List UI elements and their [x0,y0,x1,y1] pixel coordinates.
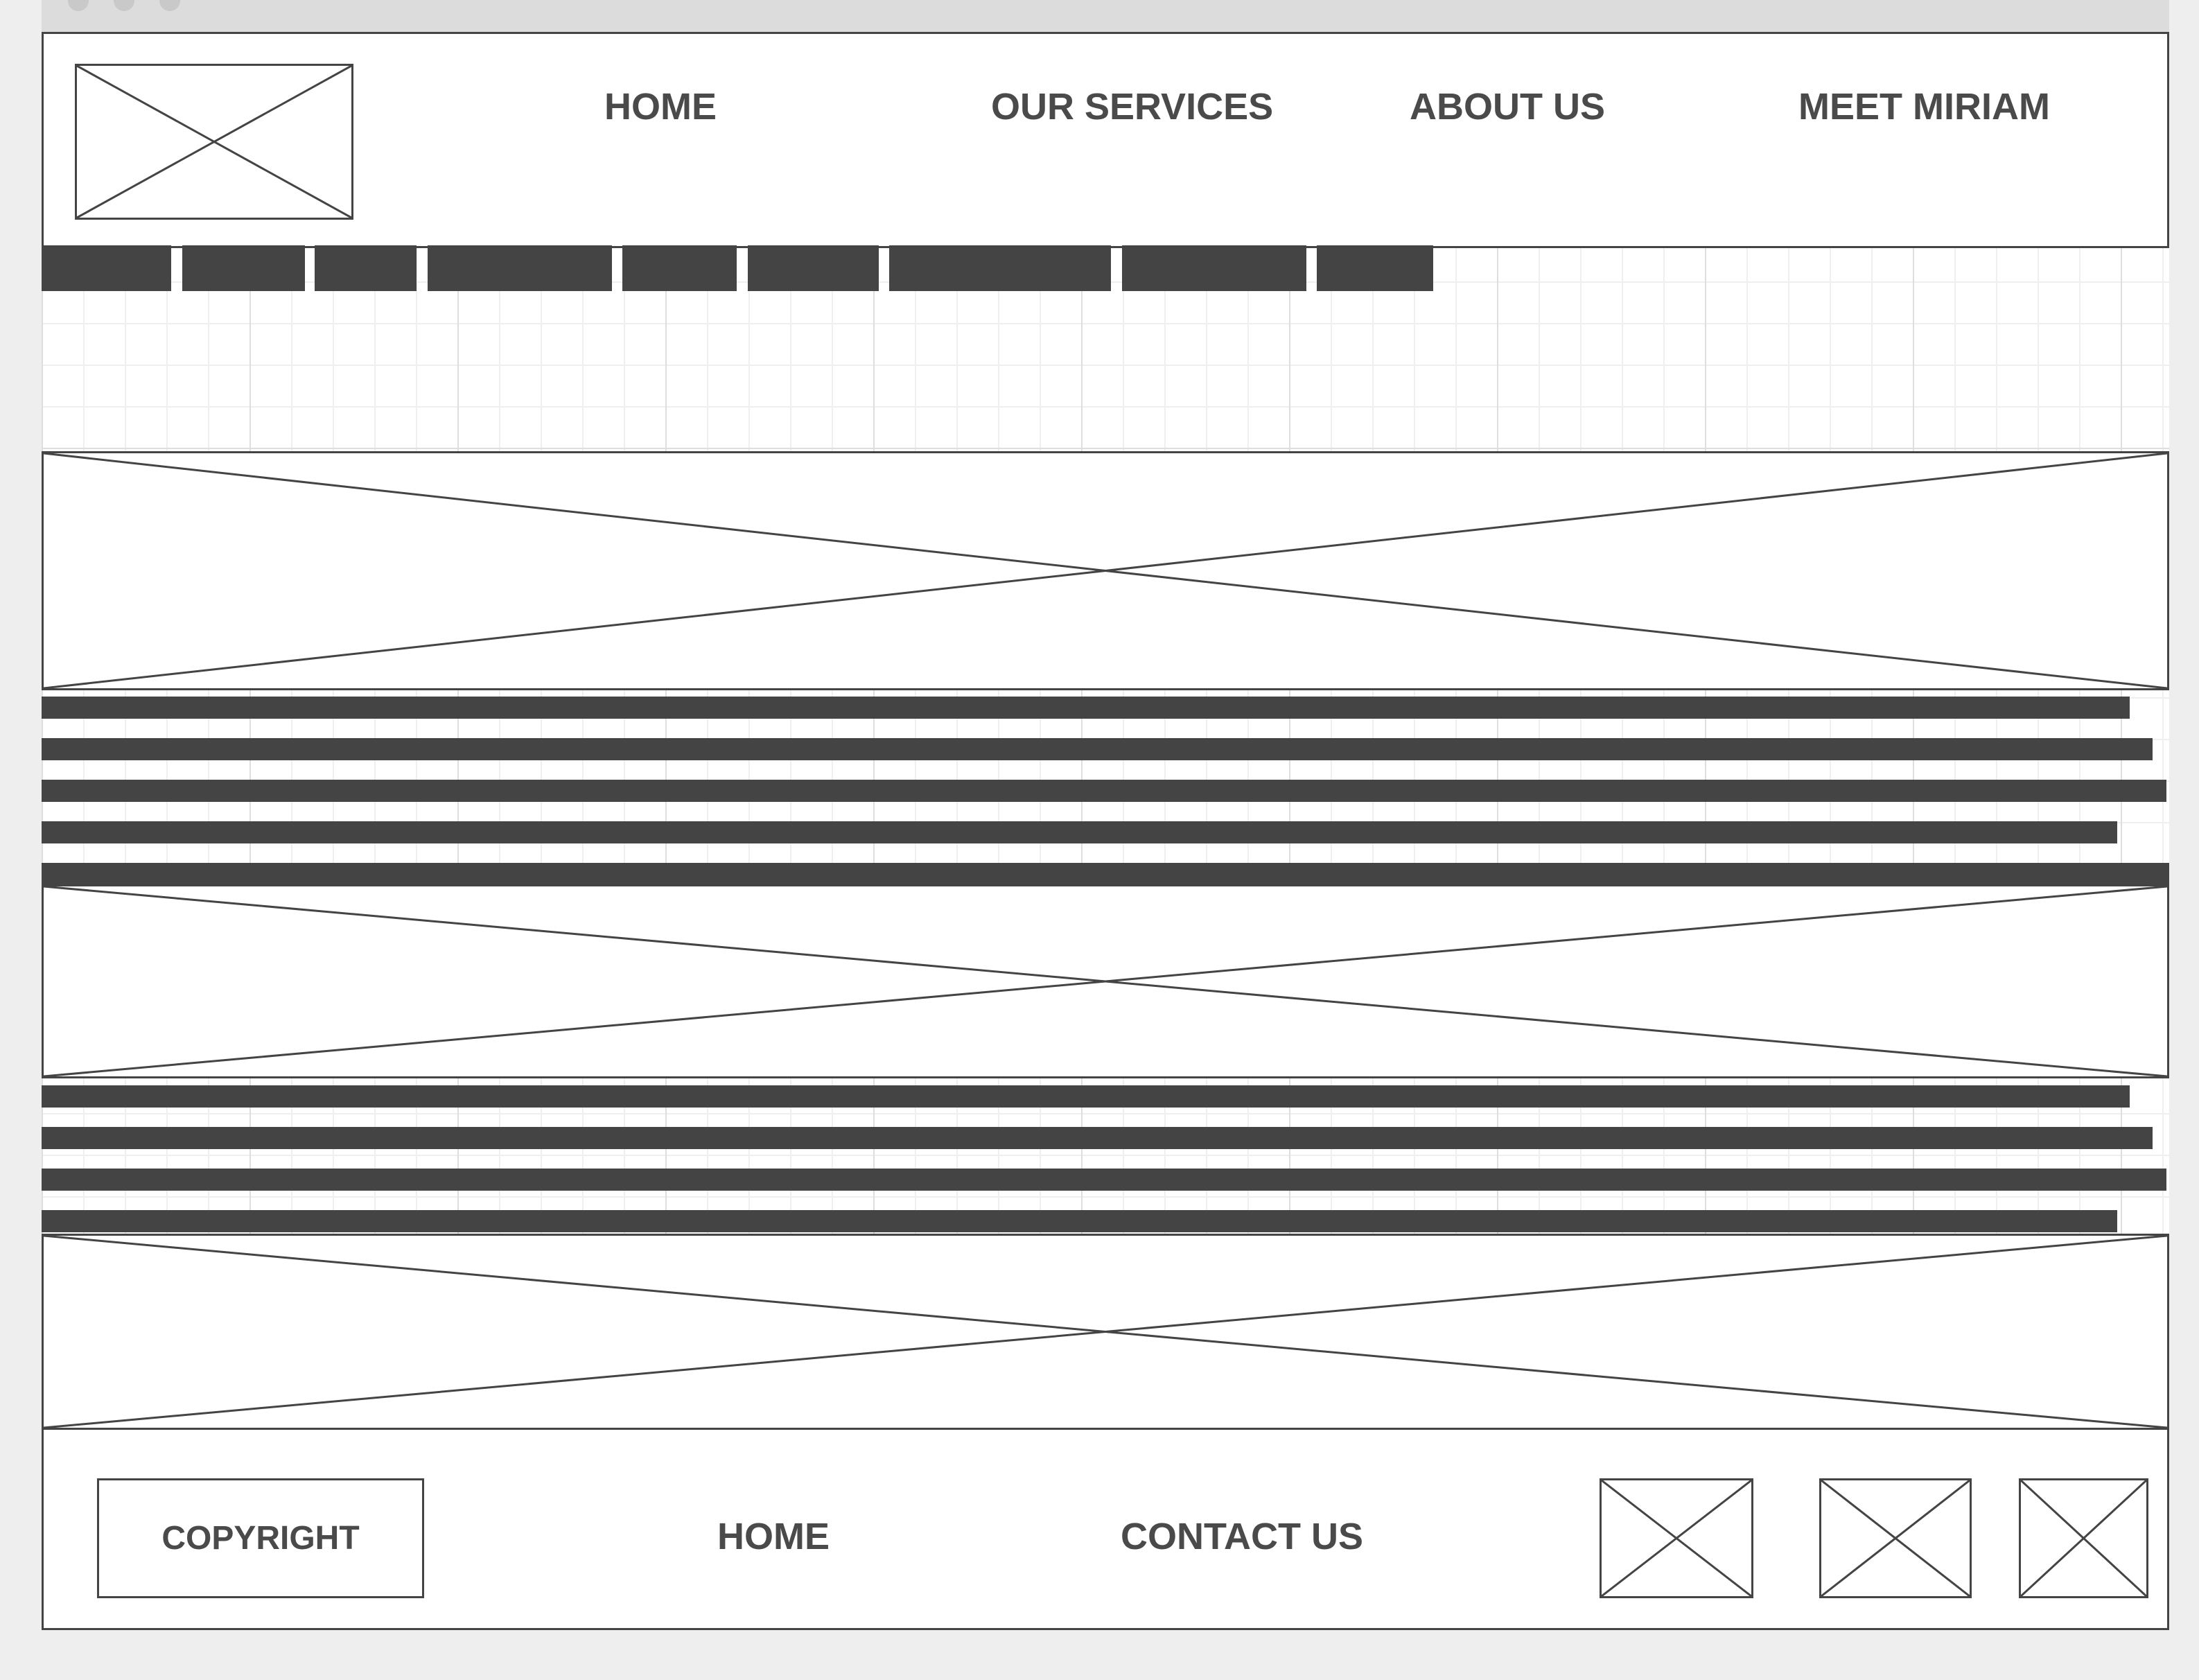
copyright-box: COPYRIGHT [97,1478,424,1598]
content-image-placeholder-icon [42,884,2169,1078]
window-titlebar [42,0,2169,32]
subnav-tab[interactable] [622,245,737,291]
footer-nav-home[interactable]: HOME [717,1516,830,1557]
text-line-placeholder [42,780,2166,802]
subnav-tab[interactable] [748,245,879,291]
subnav-tab[interactable] [1317,245,1433,291]
window-maximize-dot[interactable] [159,0,180,11]
nav-meet-miriam[interactable]: MEET MIRIAM [1798,86,2050,128]
text-line-placeholder [42,1127,2153,1149]
nav-about-us[interactable]: ABOUT US [1410,86,1605,128]
text-line-placeholder [42,1210,2117,1232]
social-image-placeholder-icon[interactable] [1819,1478,1972,1598]
text-line-placeholder [42,738,2153,760]
text-line-placeholder [42,821,2117,843]
subnav-tab[interactable] [42,245,171,291]
content-image-placeholder-icon [42,1234,2169,1430]
nav-our-services[interactable]: OUR SERVICES [991,86,1273,128]
logo-placeholder-icon[interactable] [75,64,353,220]
nav-home[interactable]: HOME [604,86,717,128]
window-minimize-dot[interactable] [114,0,134,11]
site-header [42,32,2169,248]
subnav-tab[interactable] [1122,245,1306,291]
text-line-placeholder [42,1085,2130,1108]
subnav-tab[interactable] [182,245,305,291]
subnav-tab[interactable] [889,245,1111,291]
social-image-placeholder-icon[interactable] [2019,1478,2148,1598]
window-close-dot[interactable] [68,0,89,11]
text-line-placeholder [42,863,2169,885]
subnav-tab[interactable] [428,245,612,291]
footer-nav-contact-us[interactable]: CONTACT US [1121,1516,1363,1557]
text-line-placeholder [42,697,2130,719]
copyright-label: COPYRIGHT [161,1520,360,1557]
subnav-tab[interactable] [315,245,417,291]
social-image-placeholder-icon[interactable] [1600,1478,1753,1598]
hero-image-placeholder-icon [42,451,2169,690]
text-line-placeholder [42,1169,2166,1191]
